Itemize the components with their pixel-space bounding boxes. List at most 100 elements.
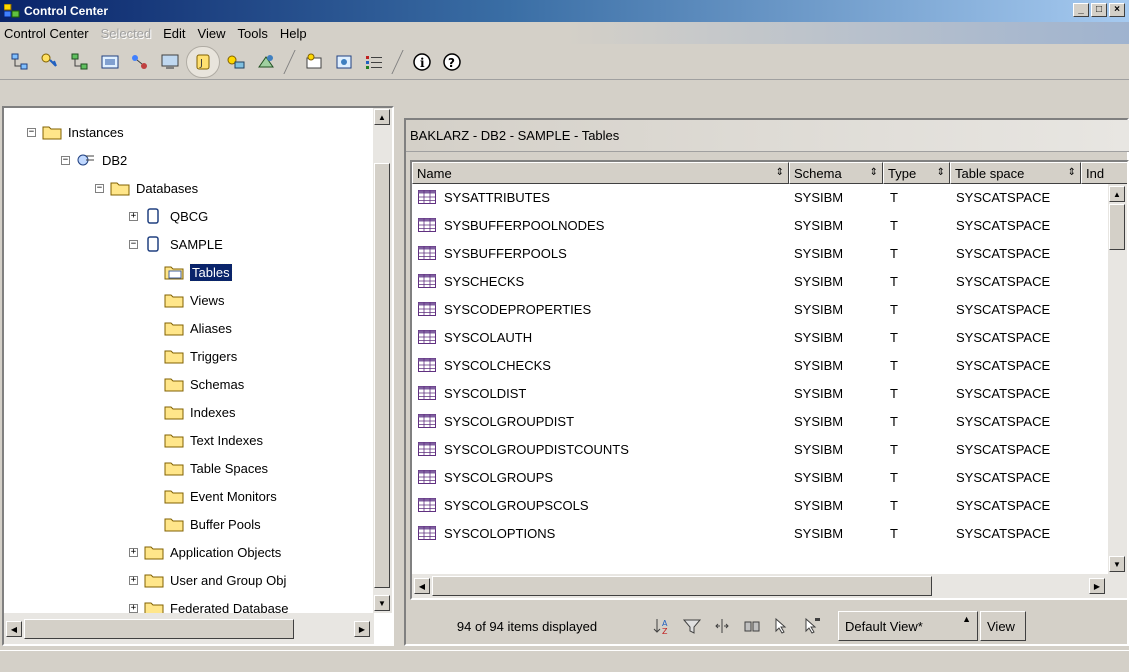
table-row[interactable]: SYSCOLDIST SYSIBM T SYSCATSPACE [412, 380, 1102, 408]
column-header-type[interactable]: Type ⇕ [883, 162, 950, 184]
tree-item[interactable]: Buffer Pools [164, 512, 261, 536]
journal-icon[interactable]: J [186, 45, 220, 78]
tree-horizontal-scrollbar[interactable]: ◀ ▶ [4, 613, 374, 644]
scroll-down-arrow[interactable]: ▼ [374, 595, 390, 611]
table-row[interactable]: SYSCOLAUTH SYSIBM T SYSCATSPACE [412, 324, 1102, 352]
menu-selected[interactable]: Selected [101, 26, 160, 41]
scroll-thumb[interactable] [374, 163, 390, 588]
customize-columns-icon[interactable] [708, 614, 736, 638]
menu-tools[interactable]: Tools [238, 26, 276, 41]
collapse-icon[interactable]: − [129, 239, 138, 249]
scroll-thumb[interactable] [432, 576, 932, 596]
scroll-thumb[interactable] [1109, 204, 1125, 250]
cell-schema: SYSIBM [794, 470, 844, 485]
scroll-left-arrow[interactable]: ◀ [6, 621, 22, 637]
scroll-thumb[interactable] [24, 619, 294, 639]
view-button[interactable]: View [980, 611, 1026, 641]
svg-text:Z: Z [662, 627, 668, 636]
collapse-icon[interactable]: − [61, 155, 70, 165]
scroll-up-arrow[interactable]: ▲ [374, 109, 390, 125]
object-tree[interactable]: − Instances − DB2 − Databases + QBCG − SAMPLE Tabl… [2, 106, 394, 646]
table-row[interactable]: SYSCOLGROUPDIST SYSIBM T SYSCATSPACE [412, 408, 1102, 436]
tree-item[interactable]: Triggers [164, 344, 237, 368]
table-row[interactable]: SYSBUFFERPOOLS SYSIBM T SYSCATSPACE [412, 240, 1102, 268]
development-center-icon[interactable] [252, 48, 280, 76]
scroll-left-arrow[interactable]: ◀ [414, 578, 430, 594]
license-center-icon[interactable] [222, 48, 250, 76]
tree-item[interactable]: − Instances [27, 120, 124, 144]
cell-schema: SYSIBM [794, 246, 844, 261]
table-row[interactable]: SYSCOLGROUPSCOLS SYSIBM T SYSCATSPACE [412, 492, 1102, 520]
table-row[interactable]: SYSCHECKS SYSIBM T SYSCATSPACE [412, 268, 1102, 296]
satellite-admin-icon[interactable] [66, 48, 94, 76]
deselect-all-icon[interactable] [798, 614, 826, 638]
menu-edit[interactable]: Edit [163, 26, 193, 41]
tree-item[interactable]: − SAMPLE [129, 232, 223, 256]
menu-control-center[interactable]: Control Center [4, 26, 97, 41]
tree-item[interactable]: Views [164, 288, 224, 312]
expand-icon[interactable]: + [129, 211, 138, 221]
tree-item-label: DB2 [102, 152, 128, 168]
scroll-right-arrow[interactable]: ▶ [1089, 578, 1105, 594]
command-editor-icon[interactable] [96, 48, 124, 76]
table-row[interactable]: SYSCOLCHECKS SYSIBM T SYSCATSPACE [412, 352, 1102, 380]
expand-icon[interactable]: + [129, 547, 138, 557]
task-center-icon[interactable] [126, 48, 154, 76]
window-title: Control Center [24, 4, 108, 18]
grid-horizontal-scrollbar[interactable]: ◀ ▶ [412, 574, 1127, 598]
health-center-icon[interactable] [156, 48, 184, 76]
cell-tablespace: SYSCATSPACE [956, 498, 1051, 513]
menu-view[interactable]: View [198, 26, 234, 41]
table-row[interactable]: SYSATTRIBUTES SYSIBM T SYSCATSPACE [412, 184, 1102, 212]
select-all-icon[interactable] [768, 614, 796, 638]
replication-center-icon[interactable] [36, 48, 64, 76]
table-icon [418, 218, 436, 232]
expand-icon[interactable]: + [129, 575, 138, 585]
tree-item[interactable]: + User and Group Obj [129, 568, 286, 592]
tree-item[interactable]: Text Indexes [164, 428, 263, 452]
table-icon [418, 526, 436, 540]
column-header-tablespace[interactable]: Table space ⇕ [950, 162, 1081, 184]
tree-item[interactable]: Table Spaces [164, 456, 268, 480]
menu-help[interactable]: Help [280, 26, 315, 41]
tree-item[interactable]: − Databases [95, 176, 198, 200]
tree-item[interactable]: Indexes [164, 400, 236, 424]
table-row[interactable]: SYSCOLGROUPDISTCOUNTS SYSIBM T SYSCATSPACE [412, 436, 1102, 464]
sort-icon[interactable]: AZ [648, 614, 676, 638]
tree-item[interactable]: + Federated Database [129, 596, 289, 613]
tree-item[interactable]: Aliases [164, 316, 232, 340]
legend-icon[interactable] [360, 48, 388, 76]
tree-item[interactable]: + QBCG [129, 204, 208, 228]
cell-name: SYSCOLAUTH [444, 330, 533, 345]
collapse-icon[interactable]: − [95, 183, 104, 193]
table-row[interactable]: SYSBUFFERPOOLNODES SYSIBM T SYSCATSPACE [412, 212, 1102, 240]
system-tree-icon[interactable] [6, 48, 34, 76]
collapse-icon[interactable]: − [27, 127, 36, 137]
close-button[interactable]: × [1109, 3, 1125, 17]
column-header-schema[interactable]: Schema ⇕ [789, 162, 883, 184]
tables-grid[interactable]: Name ⇕ Schema ⇕ Type ⇕ Table space ⇕ Ind SYS… [410, 160, 1129, 600]
tree-item[interactable]: Schemas [164, 372, 244, 396]
view-selector[interactable]: Default View* ▲ [838, 611, 978, 641]
tree-vertical-scrollbar[interactable]: ▲ ▼ [373, 108, 392, 613]
tree-item[interactable]: Event Monitors [164, 484, 277, 508]
table-row[interactable]: SYSCOLGROUPS SYSIBM T SYSCATSPACE [412, 464, 1102, 492]
filter-icon[interactable] [678, 614, 706, 638]
grid-vertical-scrollbar[interactable]: ▲ ▼ [1108, 184, 1127, 574]
scroll-down-arrow[interactable]: ▼ [1109, 556, 1125, 572]
tree-item[interactable]: + Application Objects [129, 540, 281, 564]
tree-item[interactable]: − DB2 [61, 148, 127, 172]
minimize-button[interactable]: _ [1073, 3, 1089, 17]
scroll-right-arrow[interactable]: ▶ [354, 621, 370, 637]
find-icon[interactable] [738, 614, 766, 638]
expand-icon[interactable]: + [129, 603, 138, 613]
tree-item[interactable]: Tables [164, 260, 233, 284]
tools-settings-icon[interactable] [330, 48, 358, 76]
table-row[interactable]: SYSCOLOPTIONS SYSIBM T SYSCATSPACE [412, 520, 1102, 548]
help-icon[interactable]: ? [438, 48, 466, 76]
column-header-name[interactable]: Name ⇕ [412, 162, 789, 184]
maximize-button[interactable]: □ [1091, 3, 1107, 17]
column-header-index[interactable]: Ind [1081, 162, 1127, 184]
table-row[interactable]: SYSCODEPROPERTIES SYSIBM T SYSCATSPACE [412, 296, 1102, 324]
scroll-up-arrow[interactable]: ▲ [1109, 186, 1125, 202]
